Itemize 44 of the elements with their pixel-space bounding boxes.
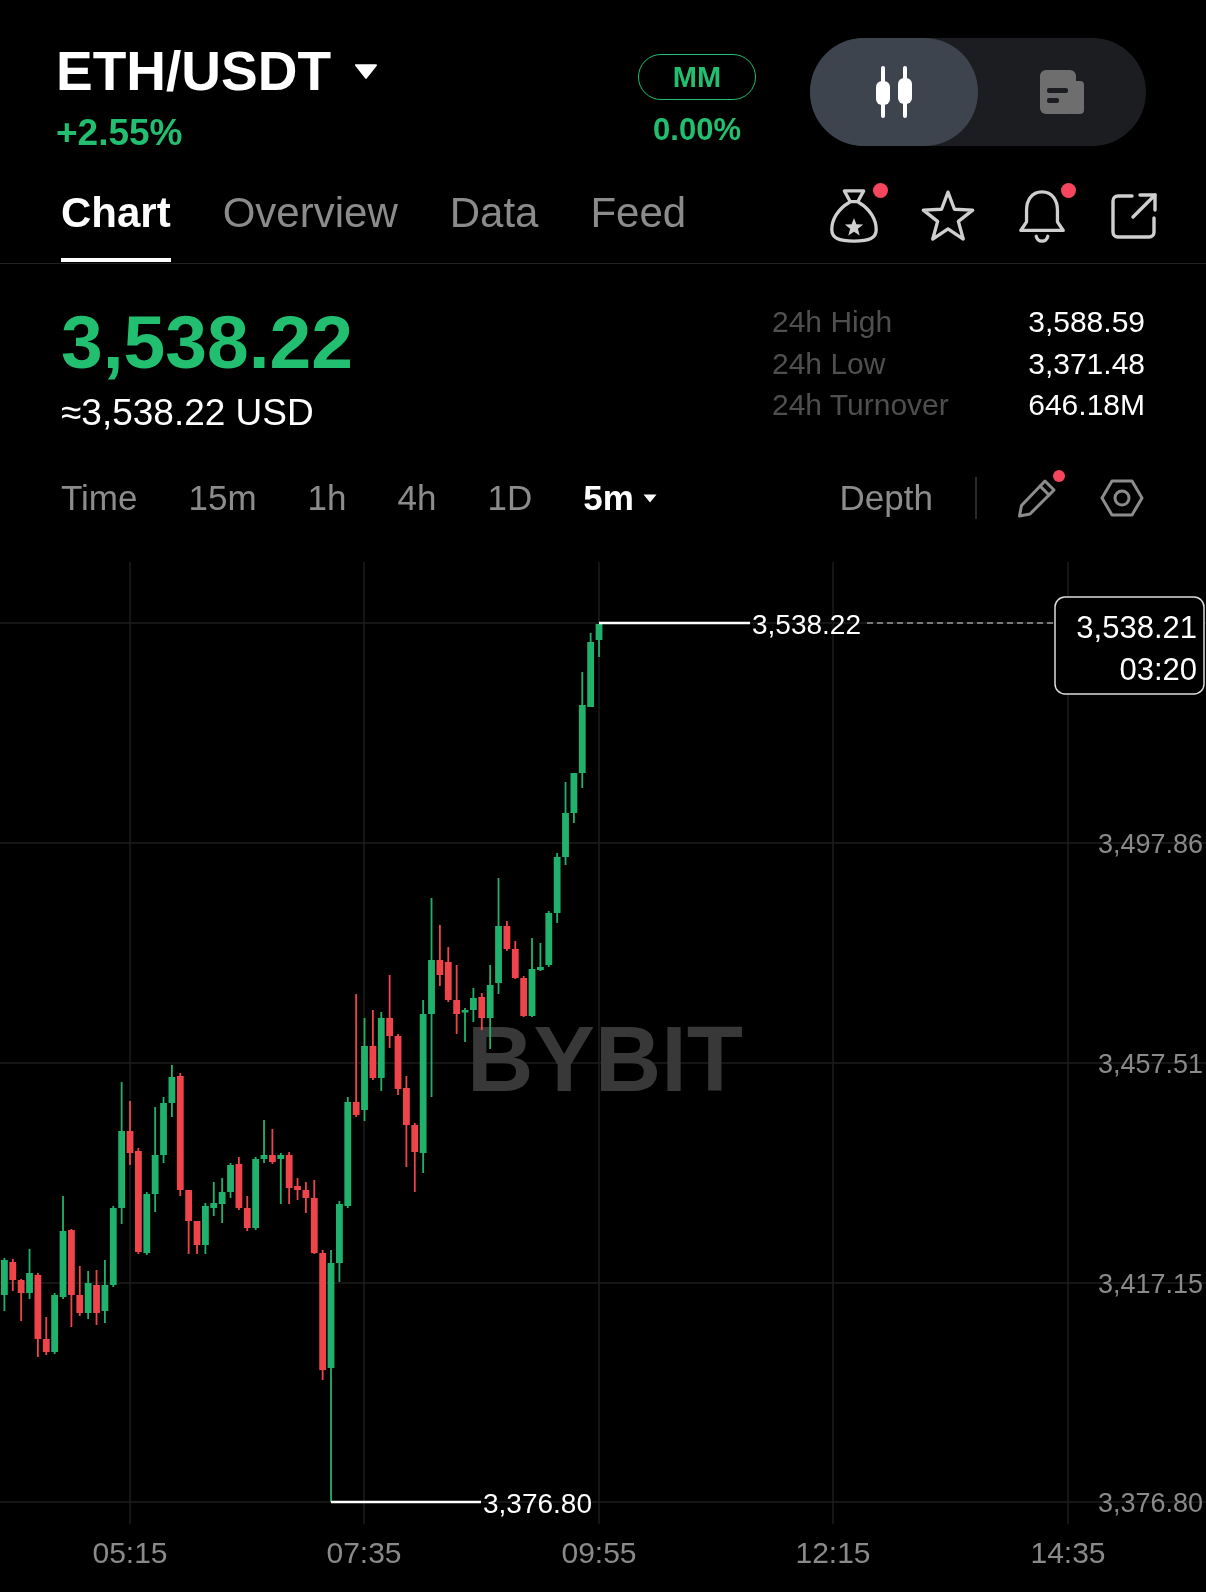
timeframe-tab[interactable]: 5m xyxy=(583,478,657,518)
stat-value: 3,588.59 xyxy=(1028,304,1145,340)
last-price: 3,538.22 xyxy=(61,305,353,380)
time-axis-label: 14:35 xyxy=(1030,1535,1106,1569)
timeframe-tab[interactable]: 15m xyxy=(188,478,257,518)
time-axis-label: 05:15 xyxy=(92,1535,168,1569)
price-tag-countdown: 03:20 xyxy=(1119,651,1197,687)
price-tag-price: 3,538.21 xyxy=(1076,609,1197,645)
stat-label: 24h High xyxy=(772,304,894,340)
caret-down-icon xyxy=(355,63,377,79)
bell-icon[interactable] xyxy=(1016,187,1068,244)
tab[interactable]: Data xyxy=(449,160,539,262)
stat-value: 646.18M xyxy=(1028,387,1145,423)
last-price-label: 3,538.22 xyxy=(752,608,861,640)
time-axis-label: 09:55 xyxy=(561,1535,637,1569)
document-icon xyxy=(1038,68,1086,116)
stat-label: 24h Turnover xyxy=(772,387,949,423)
money-bag-icon[interactable] xyxy=(828,187,880,244)
candlestick-icon xyxy=(873,66,915,118)
timeframe-tab[interactable]: Time xyxy=(61,478,138,518)
price-axis-label: 3,457.51 xyxy=(1097,1049,1203,1079)
timeframe-tab[interactable]: 4h xyxy=(397,478,437,518)
low-price-label: 3,376.80 xyxy=(483,1487,592,1519)
fiat-price: ≈3,538.22 USD xyxy=(61,394,314,431)
time-axis-label: 07:35 xyxy=(326,1535,402,1569)
settings-icon[interactable] xyxy=(1100,478,1144,518)
mm-rate: 0.00% xyxy=(653,114,741,145)
tab[interactable]: Overview xyxy=(222,160,398,262)
time-axis-label: 12:15 xyxy=(795,1535,871,1569)
timeframe-tab[interactable]: 1D xyxy=(487,478,533,518)
stat-value: 3,371.48 xyxy=(1028,345,1145,382)
price-axis-label: 3,497.86 xyxy=(1097,829,1203,859)
pencil-icon[interactable] xyxy=(1017,478,1057,518)
depth-button[interactable]: Depth xyxy=(839,478,933,518)
star-icon[interactable] xyxy=(920,189,976,242)
tab[interactable]: Chart xyxy=(61,160,171,262)
tab[interactable]: Feed xyxy=(590,160,687,262)
pair-selector[interactable]: ETH/USDT xyxy=(56,43,377,99)
price-axis-label: 3,376.80 xyxy=(1097,1488,1203,1518)
price-axis-label: 3,417.15 xyxy=(1097,1269,1203,1299)
price-change: +2.55% xyxy=(56,114,183,151)
stat-label: 24h Low xyxy=(772,345,887,382)
chart-watermark: BYBIT xyxy=(467,1008,743,1110)
timeframe-tab[interactable]: 1h xyxy=(307,478,347,518)
